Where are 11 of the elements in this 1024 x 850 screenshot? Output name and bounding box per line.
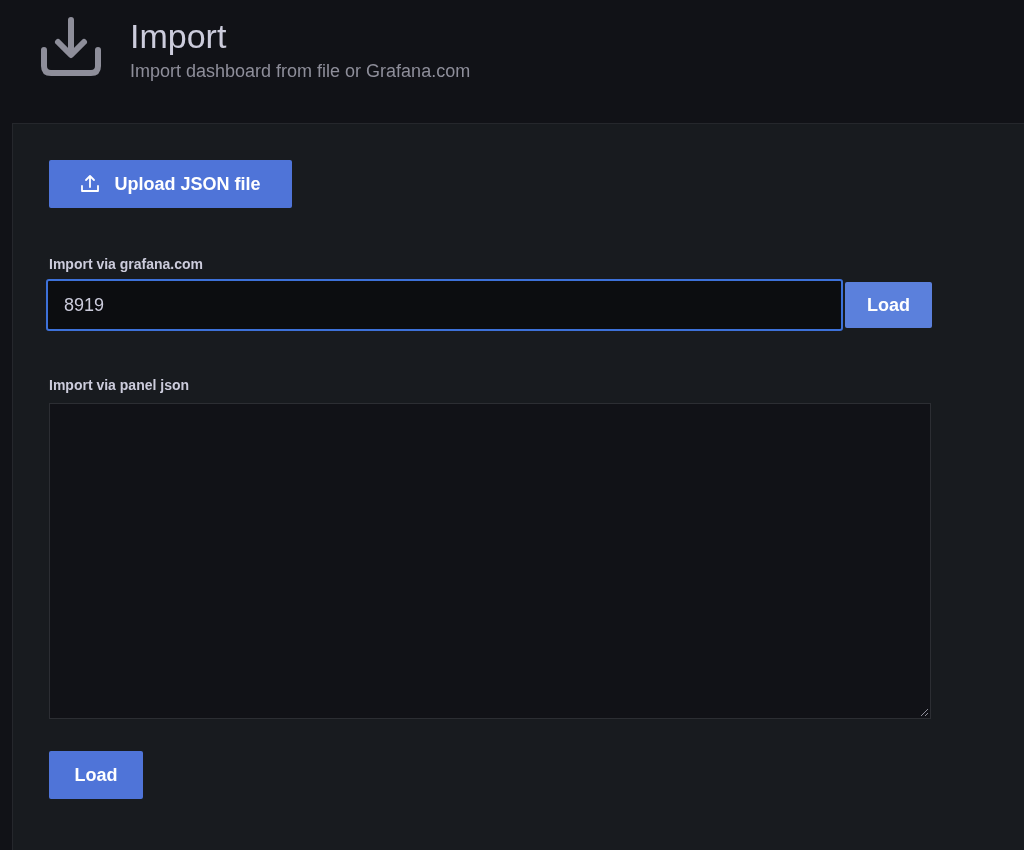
field-label: Import via panel json (49, 377, 191, 393)
upload-button[interactable]: Upload JSON file (49, 160, 292, 208)
dashboard-id-field[interactable]: 8919 (46, 279, 843, 331)
page-subtitle: Import dashboard from file or Grafana.com (130, 61, 471, 82)
field-label: Import via grafana.com (49, 256, 205, 272)
resize-handle-icon[interactable] (920, 708, 928, 716)
page-title: Import (130, 16, 228, 56)
load-button[interactable]: Load (845, 282, 932, 328)
load-button[interactable]: Load (49, 751, 143, 799)
download-icon (40, 16, 102, 76)
upload-icon (80, 174, 101, 194)
